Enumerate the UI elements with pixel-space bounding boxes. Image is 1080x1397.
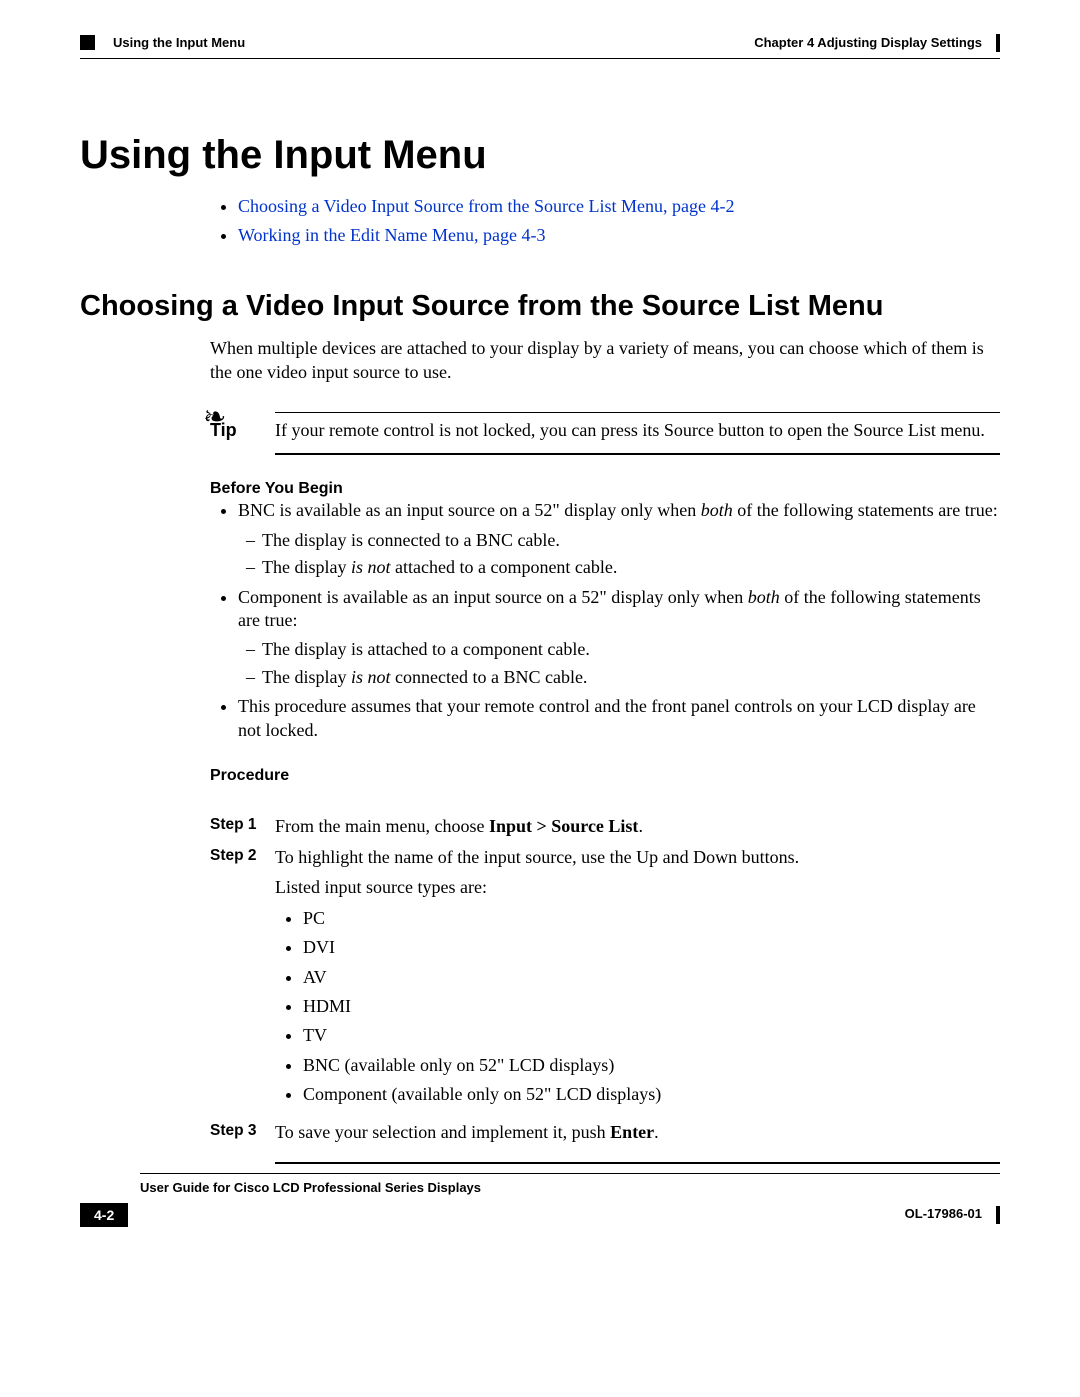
list-item: BNC is available as an input source on a…: [238, 499, 1000, 579]
toc-item: Choosing a Video Input Source from the S…: [238, 195, 1000, 218]
footer-guide-title: User Guide for Cisco LCD Professional Se…: [140, 1180, 1000, 1197]
sub-list-item: The display is connected to a BNC cable.: [266, 529, 1000, 552]
document-number: OL-17986-01: [905, 1206, 982, 1223]
link-source-list[interactable]: Choosing a Video Input Source from the S…: [238, 196, 735, 216]
tip-text: If your remote control is not locked, yo…: [275, 419, 1000, 442]
header-square-icon: [80, 35, 95, 50]
source-item: TV: [303, 1024, 1000, 1047]
heading-1: Using the Input Menu: [80, 129, 1000, 181]
source-item: Component (available only on 52" LCD dis…: [303, 1083, 1000, 1106]
tip-icon: ☙: [203, 400, 226, 434]
step-row: Step 2 To highlight the name of the inpu…: [210, 846, 1000, 1113]
step-label: Step 3: [210, 1121, 275, 1144]
step-body: To highlight the name of the input sourc…: [275, 846, 1000, 1113]
heading-2: Choosing a Video Input Source from the S…: [80, 288, 1000, 326]
step-label: Step 2: [210, 846, 275, 1113]
sub-list-item: The display is not attached to a compone…: [266, 556, 1000, 579]
step-row: Step 3 To save your selection and implem…: [210, 1121, 1000, 1144]
header-section-label: Using the Input Menu: [113, 35, 245, 52]
sub-list-item: The display is attached to a component c…: [266, 638, 1000, 661]
intro-paragraph: When multiple devices are attached to yo…: [210, 337, 1000, 384]
source-item: AV: [303, 966, 1000, 989]
page-number: 4-2: [80, 1203, 128, 1227]
step-body: To save your selection and implement it,…: [275, 1121, 1000, 1144]
toc-item: Working in the Edit Name Menu, page 4-3: [238, 224, 1000, 247]
link-edit-name[interactable]: Working in the Edit Name Menu, page 4-3: [238, 225, 545, 245]
source-item: BNC (available only on 52" LCD displays): [303, 1054, 1000, 1077]
page-header: Using the Input Menu Chapter 4 Adjusting…: [80, 34, 1000, 52]
footer-bar-icon: [996, 1206, 1000, 1224]
source-item: DVI: [303, 936, 1000, 959]
step-row: Step 1 From the main menu, choose Input …: [210, 815, 1000, 838]
tip-block: ☙ Tip If your remote control is not lock…: [210, 412, 1000, 454]
list-item: This procedure assumes that your remote …: [238, 695, 1000, 742]
page-footer: User Guide for Cisco LCD Professional Se…: [80, 1173, 1000, 1227]
before-you-begin-heading: Before You Begin: [210, 479, 1000, 500]
header-chapter-label: Chapter 4 Adjusting Display Settings: [754, 35, 982, 52]
sub-list-item: The display is not connected to a BNC ca…: [266, 666, 1000, 689]
step-label: Step 1: [210, 815, 275, 838]
source-item: PC: [303, 907, 1000, 930]
procedure-end-rule: [275, 1162, 1000, 1164]
header-bar-icon: [996, 34, 1000, 52]
step-body: From the main menu, choose Input > Sourc…: [275, 815, 1000, 838]
source-item: HDMI: [303, 995, 1000, 1018]
list-item: Component is available as an input sourc…: [238, 586, 1000, 690]
procedure-heading: Procedure: [210, 766, 1000, 787]
header-rule: [80, 58, 1000, 59]
